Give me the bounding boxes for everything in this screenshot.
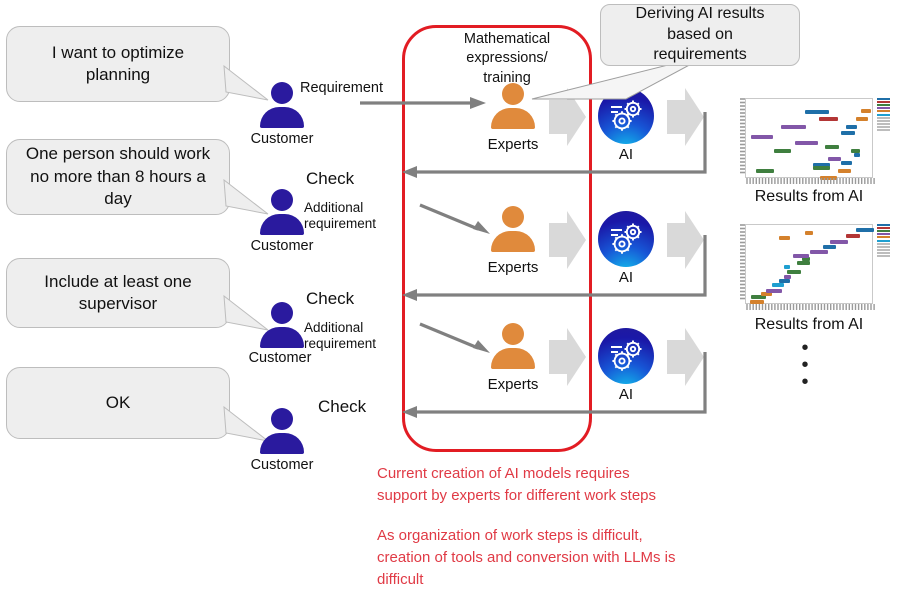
results-chart-2-legend — [877, 224, 891, 258]
customer-check-3: Check — [306, 289, 355, 308]
feedback-arrow-row-1 — [402, 112, 707, 178]
requirement-arrow-row-3 — [419, 322, 490, 353]
legend-entry — [877, 236, 890, 239]
customer-label-1: Customer — [250, 131, 314, 147]
legend-entry — [877, 98, 890, 100]
expert-head-icon — [502, 83, 524, 105]
note-1: Current creation of AI models requires s… — [377, 465, 657, 504]
legend-entry — [877, 233, 890, 236]
speech-bubble-2-text: One person should work no more than 8 ho… — [25, 144, 211, 209]
customer-body-icon — [260, 214, 304, 235]
legend-entry — [877, 113, 890, 116]
customer-action-2: Additional requirement — [304, 200, 377, 231]
legend-entry — [877, 245, 890, 248]
speech-bubble-2: One person should work no more than 8 ho… — [6, 139, 230, 215]
legend-entry — [877, 239, 890, 242]
requirement-arrow-row-2 — [419, 203, 490, 234]
legend-entry — [877, 125, 890, 128]
customer-body-icon — [260, 327, 304, 348]
speech-bubble-4: OK — [6, 367, 230, 439]
legend-entry — [877, 107, 890, 110]
speech-bubble-4-text: OK — [105, 392, 131, 412]
legend-entry — [877, 227, 890, 230]
legend-entry — [877, 230, 890, 233]
customer-head-icon — [271, 189, 293, 211]
ellipsis-dot: • — [801, 371, 809, 393]
customer-label-4: Customer — [250, 457, 314, 473]
results-chart-1-legend — [877, 98, 891, 132]
results-chart-2-axes — [740, 224, 875, 310]
expert-head-icon — [502, 206, 524, 228]
speech-bubble-1: I want to optimize planning — [6, 26, 230, 102]
process-header-line-1: Mathematical — [463, 31, 551, 47]
customer-head-icon — [271, 302, 293, 324]
results-caption-2: Results from AI — [754, 316, 864, 333]
legend-entry — [877, 110, 890, 113]
legend-entry — [877, 129, 890, 131]
customer-label-3: Customer — [248, 350, 312, 366]
customer-check-4: Check — [318, 397, 367, 416]
speech-bubble-1-text: I want to optimize planning — [51, 42, 185, 84]
legend-entry — [877, 119, 890, 122]
results-chart-1-axes — [740, 98, 875, 184]
legend-entry — [877, 248, 890, 251]
speech-bubble-3-text: Include at least one supervisor — [44, 271, 192, 313]
customer-check-2: Check — [306, 169, 355, 188]
callout-line-1: Deriving AI results — [635, 5, 765, 23]
customer-icon-3 — [258, 302, 306, 348]
note-2: As organization of work steps is difficu… — [377, 527, 676, 588]
customer-icon-4 — [258, 408, 306, 454]
legend-entry — [877, 122, 890, 125]
legend-entry — [877, 242, 890, 245]
legend-entry — [877, 251, 890, 254]
feedback-arrow-row-2 — [402, 235, 707, 301]
legend-entry — [877, 224, 890, 226]
customer-icon-2 — [258, 189, 306, 235]
results-ellipsis: • • • — [790, 338, 820, 393]
customer-body-icon — [260, 433, 304, 454]
results-caption-1: Results from AI — [754, 188, 864, 205]
callout-line-3: requirements — [653, 46, 747, 64]
feedback-arrow-row-3 — [402, 352, 707, 418]
legend-entry — [877, 101, 890, 104]
customer-icon-1 — [258, 82, 306, 128]
legend-entry — [877, 255, 890, 257]
customer-head-icon — [271, 82, 293, 104]
legend-entry — [877, 104, 890, 107]
callout-deriving: Deriving AI results based on requirement… — [600, 4, 800, 66]
customer-body-icon — [260, 107, 304, 128]
customer-label-2: Customer — [250, 238, 314, 254]
customer-action-3: Additional requirement — [304, 320, 377, 351]
speech-bubble-3: Include at least one supervisor — [6, 258, 230, 328]
callout-line-2: based on — [667, 25, 733, 43]
customer-head-icon — [271, 408, 293, 430]
expert-head-icon — [502, 323, 524, 345]
legend-entry — [877, 116, 890, 119]
diagram-canvas: I want to optimize planning One person s… — [0, 0, 900, 601]
requirement-arrow-row-1 — [360, 97, 486, 109]
